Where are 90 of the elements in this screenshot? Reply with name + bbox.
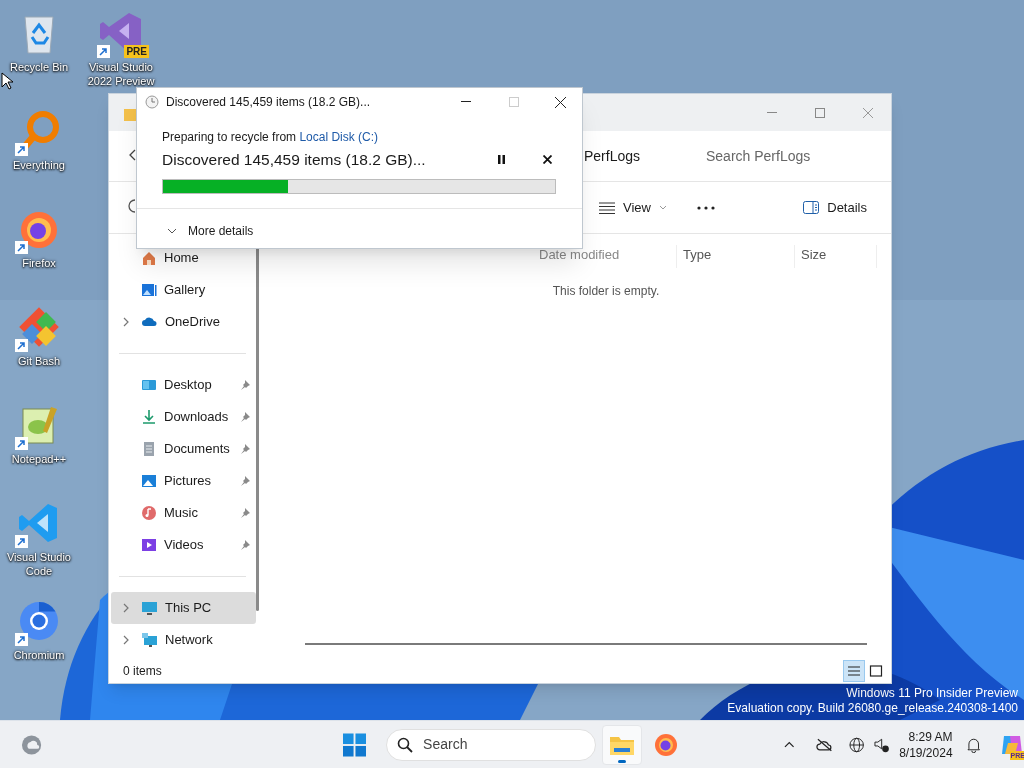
lines-icon bbox=[599, 201, 615, 214]
sidebar-item-label: Desktop bbox=[164, 376, 212, 395]
picture-icon bbox=[141, 473, 157, 489]
scrollbar[interactable] bbox=[256, 246, 259, 611]
column-header[interactable]: Type bbox=[677, 244, 795, 268]
sidebar-item[interactable]: Desktop bbox=[111, 369, 256, 401]
search-placeholder: Search bbox=[423, 735, 468, 754]
sidebar-item[interactable]: Videos bbox=[111, 529, 256, 561]
network-icon bbox=[141, 632, 158, 648]
maximize-icon[interactable] bbox=[815, 107, 825, 118]
breadcrumb[interactable]: PerfLogs bbox=[584, 145, 684, 167]
gallery-icon bbox=[141, 282, 157, 298]
chevron-right-icon[interactable] bbox=[122, 603, 130, 613]
new-item-icon[interactable] bbox=[128, 199, 136, 213]
maximize-icon bbox=[509, 97, 519, 107]
chromium-icon bbox=[17, 599, 61, 643]
minimize-icon[interactable] bbox=[461, 101, 471, 103]
cancel-icon[interactable] bbox=[543, 155, 552, 165]
sidebar-item-label: Downloads bbox=[164, 408, 229, 427]
weather-icon[interactable] bbox=[21, 733, 43, 756]
sidebar-item[interactable]: OneDrive bbox=[111, 306, 256, 338]
music-icon bbox=[141, 505, 157, 521]
view-button[interactable]: View bbox=[595, 197, 671, 218]
pin-icon[interactable] bbox=[240, 412, 250, 422]
close-icon[interactable] bbox=[555, 96, 566, 108]
sidebar-item[interactable]: Pictures bbox=[111, 465, 256, 497]
mouse-cursor-icon bbox=[1, 72, 13, 90]
progress-heading: Discovered 145,459 items (18.2 GB)... bbox=[162, 150, 426, 170]
operation-description: Preparing to recycle from Local Disk (C:) bbox=[162, 130, 380, 145]
pin-icon[interactable] bbox=[240, 540, 250, 550]
pin-icon[interactable] bbox=[240, 476, 250, 486]
desktop-icon bbox=[141, 377, 157, 393]
clock-date[interactable]: 8/19/2024 bbox=[899, 744, 953, 761]
watermark-text: Evaluation copy. Build 26080.ge_release.240308-1400 bbox=[727, 701, 1018, 716]
sidebar-item[interactable]: Gallery bbox=[111, 274, 256, 306]
computer-icon bbox=[141, 600, 158, 616]
clock-icon bbox=[145, 95, 159, 109]
source-link[interactable]: Local Disk (C:) bbox=[299, 130, 379, 144]
folder-icon bbox=[124, 107, 136, 121]
video-icon bbox=[141, 537, 157, 553]
chevron-up-icon[interactable] bbox=[783, 741, 795, 748]
status-text: 0 items bbox=[123, 663, 162, 680]
clock-time[interactable]: 8:29 AM bbox=[908, 728, 953, 745]
sidebar-item[interactable]: This PC bbox=[111, 592, 256, 624]
sidebar-item[interactable]: Music bbox=[111, 497, 256, 529]
globe-icon[interactable] bbox=[849, 736, 865, 753]
dialog-title: Discovered 145,459 items (18.2 GB)... bbox=[166, 94, 371, 111]
active-indicator bbox=[617, 759, 626, 763]
preview-badge: PRE bbox=[124, 45, 149, 58]
taskbar-search-field[interactable]: Search bbox=[386, 728, 596, 761]
sidebar-item[interactable]: Network bbox=[111, 624, 256, 656]
chevron-right-icon[interactable] bbox=[122, 317, 130, 327]
sidebar-item-label: OneDrive bbox=[165, 313, 220, 332]
pause-icon[interactable] bbox=[498, 155, 505, 165]
house-icon bbox=[141, 250, 157, 266]
pin-icon[interactable] bbox=[240, 380, 250, 390]
search-icon bbox=[397, 736, 414, 753]
details-button[interactable]: Details bbox=[803, 197, 867, 218]
firefox-icon bbox=[652, 731, 679, 758]
more-options-icon[interactable] bbox=[696, 205, 715, 210]
download-icon bbox=[141, 409, 157, 425]
sidebar-item-label: Network bbox=[165, 631, 213, 650]
horizontal-scrollbar[interactable] bbox=[305, 643, 867, 645]
document-icon bbox=[141, 441, 157, 457]
empty-folder-message: This folder is empty. bbox=[552, 283, 660, 300]
windows-start-icon[interactable] bbox=[343, 732, 367, 757]
sidebar-item-label: Home bbox=[164, 249, 199, 268]
sidebar-item-label: Documents bbox=[164, 440, 230, 459]
chevron-right-icon[interactable] bbox=[122, 635, 130, 645]
square-icon bbox=[869, 665, 883, 677]
column-header[interactable]: Size bbox=[795, 244, 877, 268]
sidebar-item-label: Pictures bbox=[164, 472, 211, 491]
list-view-icon bbox=[847, 665, 861, 677]
cloud-offline-icon[interactable] bbox=[816, 737, 834, 752]
chevron-down-icon bbox=[167, 228, 177, 235]
watermark-text: Windows 11 Pro Insider Preview bbox=[846, 686, 1018, 701]
more-details-button[interactable]: More details bbox=[167, 222, 254, 241]
sidebar-item[interactable]: Downloads bbox=[111, 401, 256, 433]
speaker-muted-icon[interactable] bbox=[873, 736, 890, 753]
sidebar-item-label: Music bbox=[164, 504, 198, 523]
caret-icon bbox=[658, 205, 667, 210]
sidebar-item-label: Gallery bbox=[164, 281, 206, 300]
pin-icon[interactable] bbox=[240, 508, 250, 518]
sidebar-item-label: This PC bbox=[165, 599, 212, 618]
details-pane-icon bbox=[803, 201, 820, 214]
sidebar-item-label: Videos bbox=[164, 536, 204, 555]
pin-icon[interactable] bbox=[240, 444, 250, 454]
bell-icon[interactable] bbox=[966, 736, 980, 753]
taskbar-app-button[interactable] bbox=[601, 724, 642, 765]
sidebar-item[interactable]: Documents bbox=[111, 433, 256, 465]
